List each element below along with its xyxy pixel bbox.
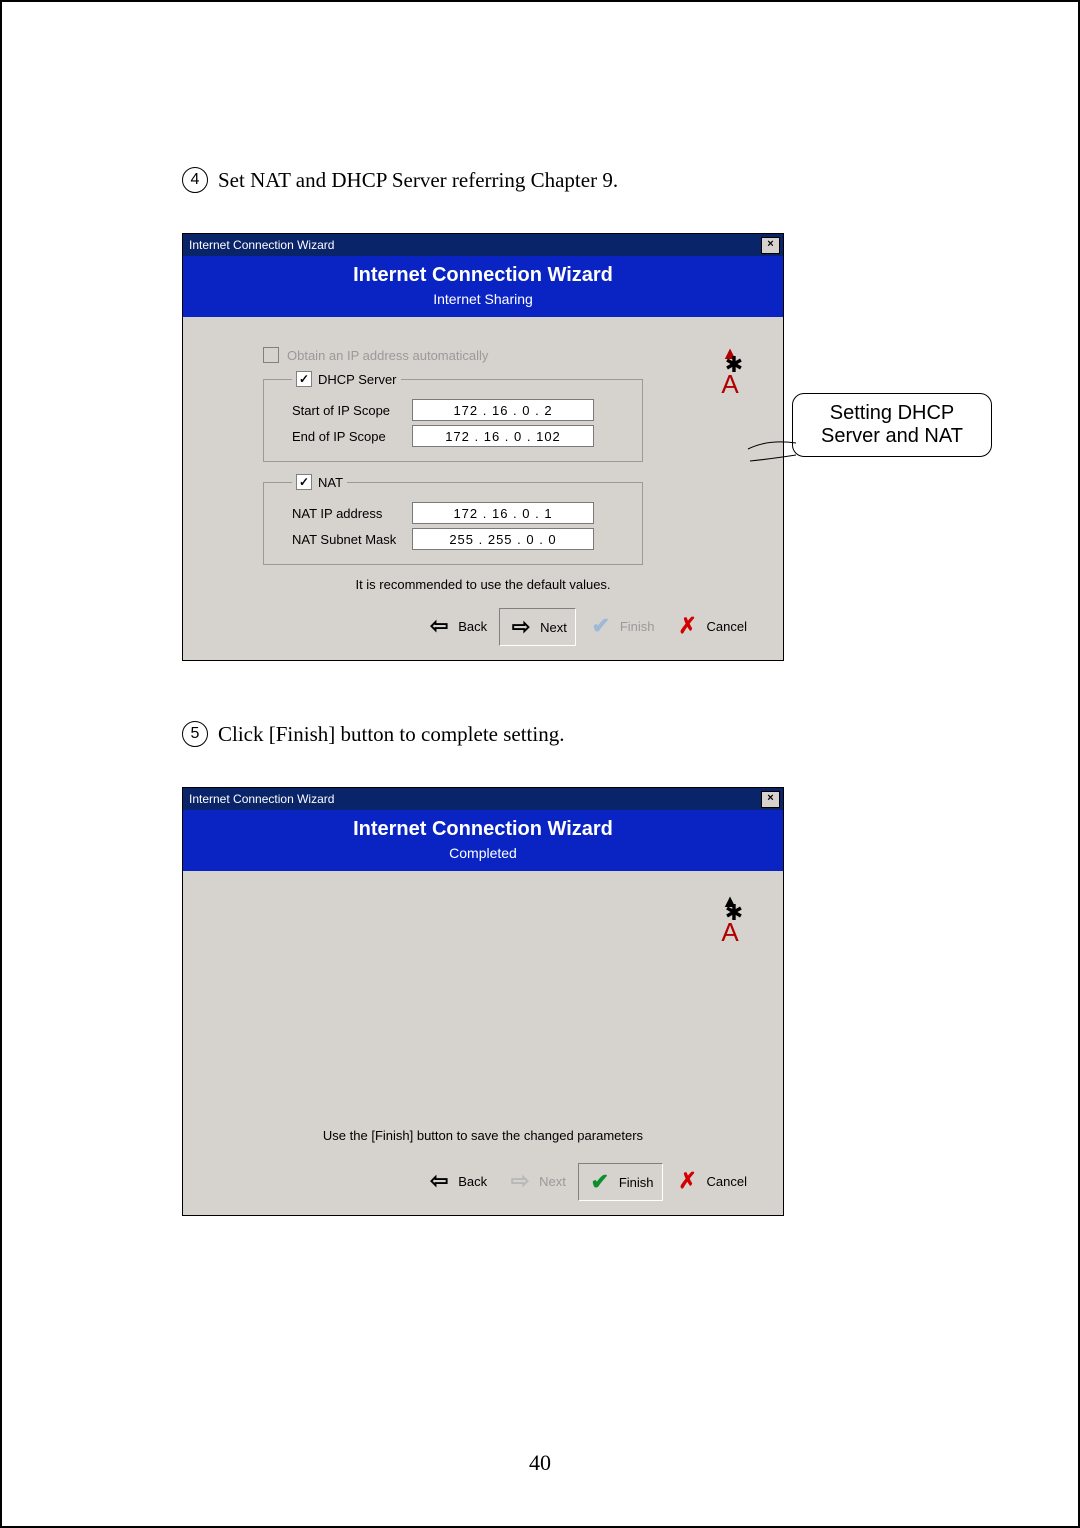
dialog-internet-sharing: Internet Connection Wizard × Internet Co… xyxy=(182,233,784,661)
content-area: 4 Set NAT and DHCP Server referring Chap… xyxy=(182,167,982,1276)
banner-subtitle-2: Completed xyxy=(183,845,783,861)
step-5-text: Click [Finish] button to complete settin… xyxy=(218,722,564,747)
tower-icon: A xyxy=(721,369,738,399)
cancel-label: Cancel xyxy=(707,619,747,634)
cancel-icon-2 xyxy=(675,1168,701,1194)
dialog-body: Obtain an IP address automatically ✓ DHC… xyxy=(183,317,783,660)
dialog-completed: Internet Connection Wizard × Internet Co… xyxy=(182,787,784,1216)
nat-mask-input[interactable]: 255 . 255 . 0 . 0 xyxy=(412,528,594,550)
next-button[interactable]: Next xyxy=(499,608,576,646)
nat-ip-label: NAT IP address xyxy=(292,506,412,521)
back-label-2: Back xyxy=(458,1174,487,1189)
close-icon-2[interactable]: × xyxy=(761,791,780,808)
close-icon[interactable]: × xyxy=(761,237,780,254)
dhcp-group: ✓ DHCP Server Start of IP Scope 172 . 16… xyxy=(263,371,643,462)
dialog-body-2: ▲ ✱ A Use the [Finish] button to save th… xyxy=(183,871,783,1149)
finish-button: ✔ Finish xyxy=(580,608,663,644)
obtain-ip-label: Obtain an IP address automatically xyxy=(287,348,488,363)
obtain-ip-row: Obtain an IP address automatically xyxy=(263,347,759,363)
arrow-right-icon xyxy=(508,614,534,640)
page-number: 40 xyxy=(2,1450,1078,1476)
callout-tail xyxy=(748,437,798,461)
dialog-2-wrap: Internet Connection Wizard × Internet Co… xyxy=(182,787,982,1216)
finish-label-2: Finish xyxy=(619,1175,654,1190)
dhcp-end-input[interactable]: 172 . 16 . 0 . 102 xyxy=(412,425,594,447)
next-label: Next xyxy=(540,620,567,635)
tower-icon-2: A xyxy=(721,917,738,947)
step-5-number: 5 xyxy=(182,721,208,747)
next-button-2: Next xyxy=(499,1163,574,1199)
nat-checkbox[interactable]: ✓ xyxy=(296,474,312,490)
banner: Internet Connection Wizard Internet Shar… xyxy=(183,256,783,317)
obtain-ip-checkbox xyxy=(263,347,279,363)
arrow-left-icon xyxy=(426,613,452,639)
banner-subtitle: Internet Sharing xyxy=(183,291,783,307)
recommend-text: It is recommended to use the default val… xyxy=(263,577,703,592)
nat-ip-row: NAT IP address 172 . 16 . 0 . 1 xyxy=(292,502,632,524)
step-5-line: 5 Click [Finish] button to complete sett… xyxy=(182,721,982,747)
arrow-right-icon-2 xyxy=(507,1168,533,1194)
back-button[interactable]: Back xyxy=(418,608,495,644)
button-area-2: Back Next ✔ Finish Cancel xyxy=(183,1149,783,1215)
back-button-2[interactable]: Back xyxy=(418,1163,495,1199)
dhcp-start-input[interactable]: 172 . 16 . 0 . 2 xyxy=(412,399,594,421)
check-icon: ✔ xyxy=(588,613,614,639)
nat-mask-label: NAT Subnet Mask xyxy=(292,532,412,547)
dhcp-start-row: Start of IP Scope 172 . 16 . 0 . 2 xyxy=(292,399,632,421)
nat-legend-text: NAT xyxy=(318,475,343,490)
network-icon-2: ▲ ✱ A xyxy=(707,891,753,944)
cancel-button[interactable]: Cancel xyxy=(667,608,755,644)
arrow-left-icon-2 xyxy=(426,1168,452,1194)
dialog-1-wrap: Internet Connection Wizard × Internet Co… xyxy=(182,233,982,661)
cancel-label-2: Cancel xyxy=(707,1174,747,1189)
nat-mask-row: NAT Subnet Mask 255 . 255 . 0 . 0 xyxy=(292,528,632,550)
back-label: Back xyxy=(458,619,487,634)
title-bar: Internet Connection Wizard × xyxy=(183,234,783,256)
step-4-line: 4 Set NAT and DHCP Server referring Chap… xyxy=(182,167,982,193)
network-icon: ▲ ✱ A xyxy=(707,343,753,396)
callout-bubble: Setting DHCP Server and NAT xyxy=(792,393,992,457)
completed-message: Use the [Finish] button to save the chan… xyxy=(183,1128,783,1143)
check-icon-2: ✔ xyxy=(587,1169,613,1195)
cancel-button-2[interactable]: Cancel xyxy=(667,1163,755,1199)
nat-legend: ✓ NAT xyxy=(292,474,347,490)
button-bar-2: Back Next ✔ Finish Cancel xyxy=(263,1163,755,1201)
nat-ip-input[interactable]: 172 . 16 . 0 . 1 xyxy=(412,502,594,524)
cancel-icon xyxy=(675,613,701,639)
step-4-number: 4 xyxy=(182,167,208,193)
step-4-text: Set NAT and DHCP Server referring Chapte… xyxy=(218,168,618,193)
banner-2: Internet Connection Wizard Completed xyxy=(183,810,783,871)
finish-label: Finish xyxy=(620,619,655,634)
banner-title: Internet Connection Wizard xyxy=(183,264,783,287)
button-bar: Back Next ✔ Finish Cancel xyxy=(263,608,755,646)
dhcp-start-label: Start of IP Scope xyxy=(292,403,412,418)
title-bar-text: Internet Connection Wizard xyxy=(189,238,334,252)
title-bar-2: Internet Connection Wizard × xyxy=(183,788,783,810)
finish-button-2[interactable]: ✔ Finish xyxy=(578,1163,663,1201)
dhcp-end-label: End of IP Scope xyxy=(292,429,412,444)
page: 4 Set NAT and DHCP Server referring Chap… xyxy=(0,0,1080,1528)
dhcp-checkbox[interactable]: ✓ xyxy=(296,371,312,387)
dhcp-end-row: End of IP Scope 172 . 16 . 0 . 102 xyxy=(292,425,632,447)
title-bar-text-2: Internet Connection Wizard xyxy=(189,792,334,806)
nat-group: ✓ NAT NAT IP address 172 . 16 . 0 . 1 NA… xyxy=(263,474,643,565)
next-label-2: Next xyxy=(539,1174,566,1189)
dhcp-legend: ✓ DHCP Server xyxy=(292,371,401,387)
banner-title-2: Internet Connection Wizard xyxy=(183,818,783,841)
callout: Setting DHCP Server and NAT xyxy=(792,393,992,457)
dhcp-legend-text: DHCP Server xyxy=(318,372,397,387)
